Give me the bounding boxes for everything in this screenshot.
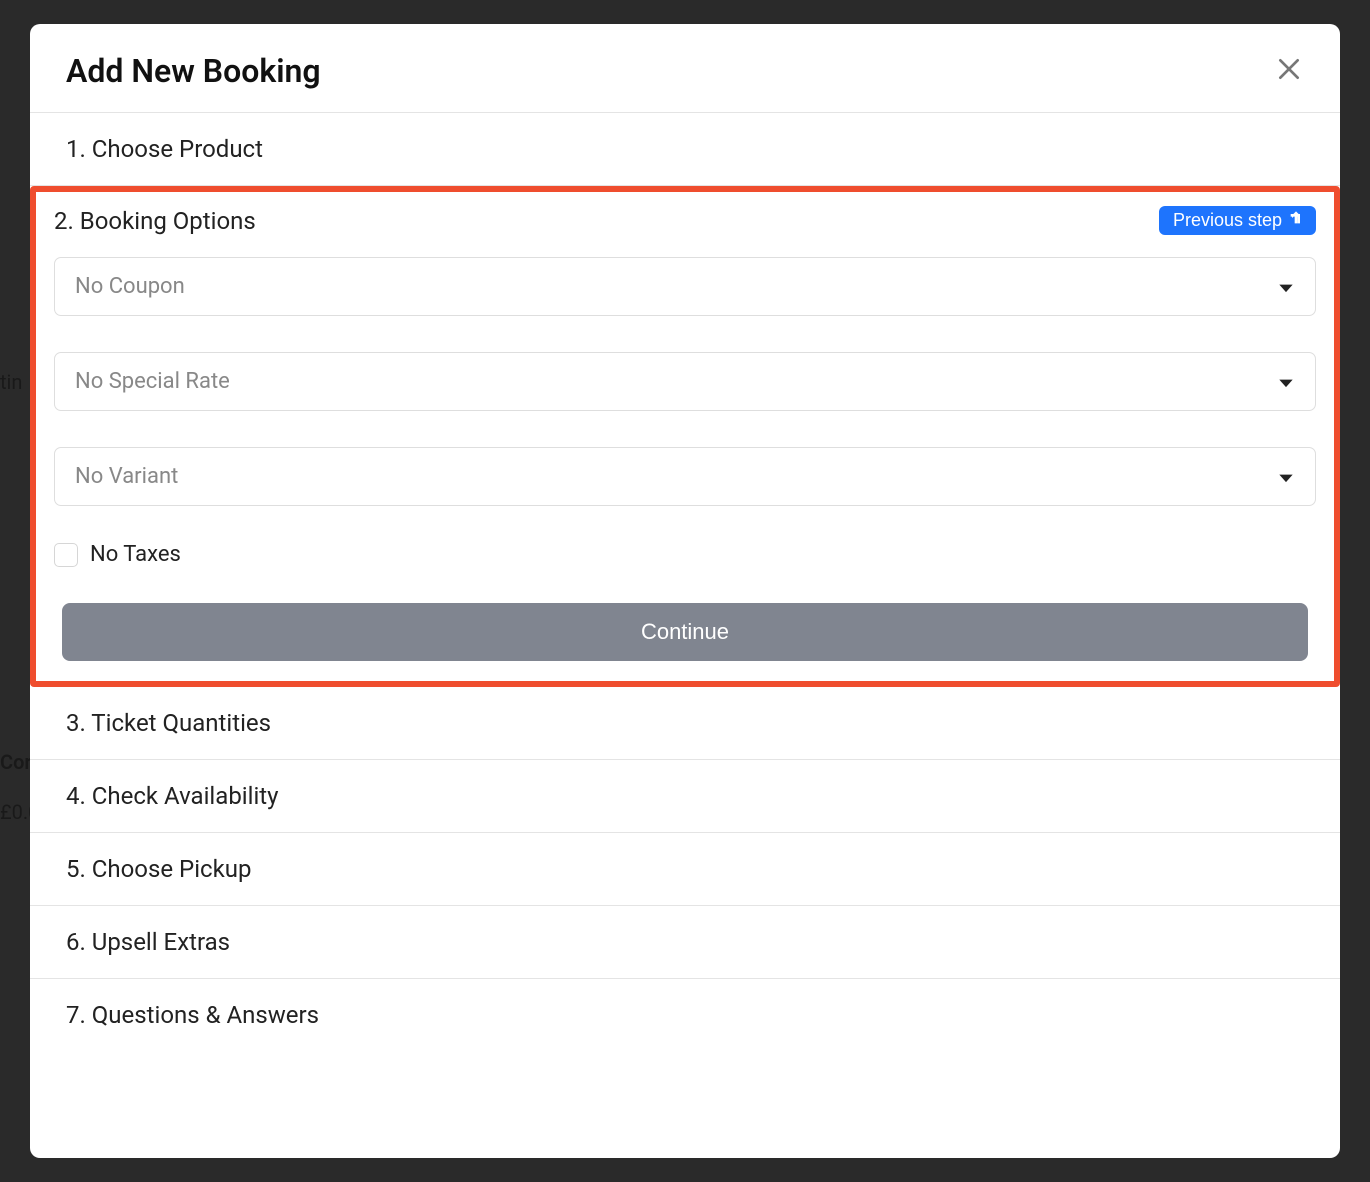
variant-select-value: No Variant bbox=[75, 464, 178, 489]
coupon-select[interactable]: No Coupon bbox=[54, 257, 1316, 316]
no-taxes-checkbox-row[interactable]: No Taxes bbox=[54, 542, 1316, 567]
coupon-select-value: No Coupon bbox=[75, 274, 185, 299]
step-booking-options-title: 2. Booking Options bbox=[54, 207, 256, 235]
bg-partial-text: Cor bbox=[0, 750, 32, 774]
chevron-down-icon bbox=[1277, 274, 1295, 299]
booking-modal: Add New Booking 1. Choose Product 2. Boo… bbox=[30, 24, 1340, 1158]
step-questions-answers[interactable]: 7. Questions & Answers bbox=[30, 979, 1340, 1051]
arrow-up-right-icon bbox=[1288, 210, 1304, 231]
step-check-availability[interactable]: 4. Check Availability bbox=[30, 760, 1340, 833]
chevron-down-icon bbox=[1277, 464, 1295, 489]
step-booking-options-section: 2. Booking Options Previous step No Coup… bbox=[30, 186, 1340, 687]
step-choose-product[interactable]: 1. Choose Product bbox=[30, 113, 1340, 186]
continue-button[interactable]: Continue bbox=[62, 603, 1308, 661]
bg-partial-text: tin bbox=[0, 370, 22, 394]
previous-step-button[interactable]: Previous step bbox=[1159, 206, 1316, 235]
modal-header: Add New Booking bbox=[30, 24, 1340, 113]
step-choose-pickup[interactable]: 5. Choose Pickup bbox=[30, 833, 1340, 906]
variant-select[interactable]: No Variant bbox=[54, 447, 1316, 506]
special-rate-select[interactable]: No Special Rate bbox=[54, 352, 1316, 411]
step-header: 2. Booking Options Previous step bbox=[54, 206, 1316, 235]
chevron-down-icon bbox=[1277, 369, 1295, 394]
step-upsell-extras[interactable]: 6. Upsell Extras bbox=[30, 906, 1340, 979]
modal-title: Add New Booking bbox=[66, 52, 321, 90]
no-taxes-checkbox[interactable] bbox=[54, 543, 78, 567]
close-button[interactable] bbox=[1274, 56, 1304, 86]
special-rate-select-value: No Special Rate bbox=[75, 369, 230, 394]
step-list: 1. Choose Product 2. Booking Options Pre… bbox=[30, 113, 1340, 1158]
previous-step-label: Previous step bbox=[1173, 210, 1282, 231]
no-taxes-label: No Taxes bbox=[90, 542, 181, 567]
close-icon bbox=[1276, 56, 1302, 86]
step-ticket-quantities[interactable]: 3. Ticket Quantities bbox=[30, 687, 1340, 760]
